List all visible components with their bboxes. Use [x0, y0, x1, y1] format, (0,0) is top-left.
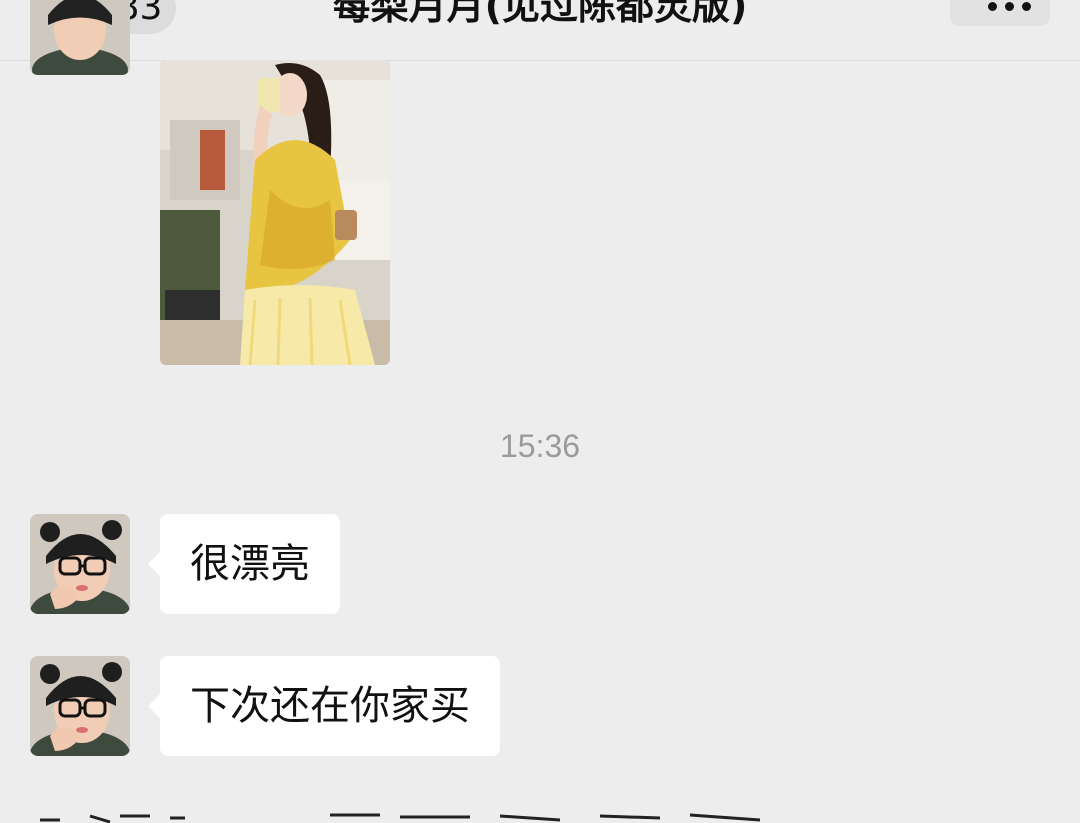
- more-dot: [1022, 2, 1031, 11]
- message-timestamp: 15:36: [499, 428, 581, 464]
- partial-text-strokes: [40, 813, 761, 823]
- chat-screen: 183 莓梨月月(见过陈都灵版): [0, 0, 1080, 823]
- avatar-image: [30, 514, 130, 614]
- contact-avatar[interactable]: [30, 0, 130, 75]
- more-dot: [1005, 2, 1014, 11]
- next-message-partial: [0, 812, 1080, 823]
- avatar-image: [30, 0, 130, 75]
- more-horizontal-icon: [988, 2, 997, 11]
- chat-title: 莓梨月月(见过陈都灵版): [332, 0, 748, 28]
- contact-avatar[interactable]: [30, 656, 130, 756]
- contact-avatar[interactable]: [30, 514, 130, 614]
- dress-photo: [160, 60, 390, 365]
- more-button[interactable]: [950, 0, 1050, 26]
- message-bubble[interactable]: 下次还在你家买: [148, 656, 500, 756]
- avatar-image: [30, 656, 130, 756]
- chat-header: 183 莓梨月月(见过陈都灵版): [0, 0, 1080, 61]
- photo-message[interactable]: [160, 60, 390, 365]
- message-bubble[interactable]: 很漂亮: [148, 514, 340, 614]
